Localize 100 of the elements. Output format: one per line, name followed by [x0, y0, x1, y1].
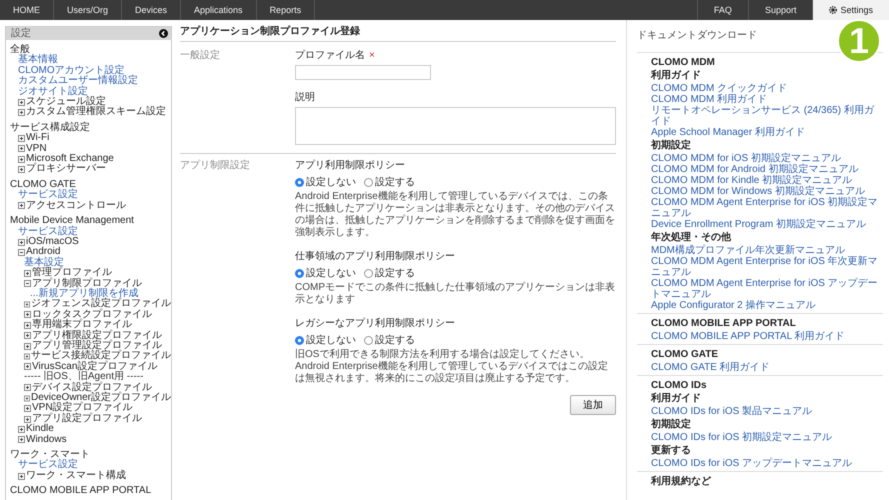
plus-box-icon[interactable]: [24, 363, 31, 370]
sidebar-item[interactable]: VPN設定プロファイル: [32, 403, 133, 414]
docs-section-title: CLOMO MDM: [651, 57, 716, 68]
document-link[interactable]: CLOMO MOBILE APP PORTAL 利用ガイド: [651, 331, 883, 342]
document-link[interactable]: CLOMO MDM Agent Enterprise for iOS アップデートマニュアル: [651, 278, 883, 300]
radio-option[interactable]: 設定する: [364, 266, 415, 280]
nav-tab[interactable]: Reports: [256, 0, 316, 20]
document-link[interactable]: CLOMO MDM for Windows 初期設定マニュアル: [651, 186, 883, 197]
gear-icon: [829, 6, 838, 14]
sidebar-item[interactable]: VPN: [26, 144, 47, 154]
plus-box-icon[interactable]: [24, 353, 30, 360]
plus-box-icon[interactable]: [18, 166, 25, 174]
docs-subheading: 初期設定: [651, 419, 692, 430]
sidebar-link[interactable]: ジオサイト設定: [18, 86, 88, 98]
nav-tab[interactable]: Users/Org: [54, 0, 122, 20]
profile-name-field[interactable]: [295, 65, 431, 80]
section-label: 一般設定: [180, 50, 220, 61]
minus-box-icon[interactable]: [18, 249, 25, 256]
sidebar-link[interactable]: サービス設定: [18, 460, 78, 471]
document-link[interactable]: CLOMO IDs for iOS アップデートマニュアル: [651, 458, 883, 469]
minus-box-icon[interactable]: [24, 280, 31, 288]
plus-box-icon[interactable]: [18, 156, 25, 163]
plus-box-icon[interactable]: [24, 416, 31, 423]
document-link[interactable]: Apple School Manager 利用ガイド: [651, 127, 883, 138]
docs-subheading: 更新する: [651, 445, 692, 456]
nav-tab[interactable]: FAQ: [696, 0, 748, 20]
sidebar-item[interactable]: ジオフェンス設定プロファイル: [31, 299, 171, 310]
sidebar-item[interactable]: アクセスコントロール: [26, 200, 126, 212]
document-link[interactable]: リモートオペレーションサービス (24/365) 利用ガイド: [651, 105, 883, 127]
sidebar-item[interactable]: Kindle: [26, 424, 54, 435]
radio-option[interactable]: 設定しない: [295, 333, 356, 347]
field-label: 説明: [295, 92, 315, 103]
plus-box-icon[interactable]: [18, 426, 25, 433]
sidebar-link[interactable]: 基本情報: [18, 55, 58, 66]
sidebar-item[interactable]: アプリ制限プロファイル: [32, 278, 142, 289]
sidebar-item[interactable]: アプリ設定プロファイル: [32, 414, 142, 424]
nav-tab[interactable]: Devices: [122, 0, 182, 20]
plus-box-icon[interactable]: [24, 322, 31, 329]
radio-option[interactable]: 設定しない: [295, 175, 356, 189]
plus-box-icon[interactable]: [24, 384, 31, 392]
sidebar-item[interactable]: iOS/macOS: [26, 236, 79, 248]
plus-box-icon[interactable]: [18, 109, 25, 116]
sidebar-item[interactable]: スケジュール設定: [26, 97, 106, 108]
sidebar-item[interactable]: デバイス設定プロファイル: [32, 382, 152, 393]
plus-box-icon[interactable]: [18, 134, 25, 142]
plus-box-icon[interactable]: [24, 311, 31, 318]
plus-box-icon[interactable]: [24, 332, 31, 340]
nav-tab[interactable]: Settings: [812, 0, 889, 20]
field-label: レガシーなアプリ利用制限ポリシー: [295, 318, 455, 329]
document-link[interactable]: CLOMO MDM クイックガイド: [651, 83, 883, 94]
nav-tab[interactable]: Applications: [181, 0, 257, 20]
plus-box-icon[interactable]: [18, 145, 25, 152]
plus-box-icon[interactable]: [18, 98, 25, 106]
plus-box-icon[interactable]: [24, 301, 30, 308]
document-link[interactable]: CLOMO MDM for iOS 初期設定マニュアル: [651, 153, 883, 164]
plus-box-icon[interactable]: [18, 436, 25, 444]
sidebar-item[interactable]: 管理プロファイル: [32, 268, 112, 279]
sidebar-item[interactable]: ワーク・スマート構成: [26, 470, 126, 482]
sidebar-item[interactable]: Wi-Fi: [26, 133, 50, 144]
sidebar-item[interactable]: Android: [26, 247, 60, 258]
document-link[interactable]: Device Enrollment Program 初期設定マニュアル: [651, 219, 883, 230]
sidebar-item[interactable]: カスタム管理権限スキーム設定: [26, 107, 166, 118]
plus-box-icon[interactable]: [24, 405, 31, 412]
plus-box-icon[interactable]: [18, 202, 25, 210]
document-link[interactable]: CLOMO MDM for Android 初期設定マニュアル: [651, 164, 883, 175]
sidebar-link[interactable]: サービス設定: [18, 226, 78, 237]
required-mark: ×: [369, 50, 375, 61]
sidebar-link[interactable]: カスタムユーザー情報設定: [18, 76, 138, 87]
document-link[interactable]: CLOMO MDM Agent Enterprise for iOS 初期設定マニュアル: [651, 197, 883, 219]
document-link[interactable]: Apple Configurator 2 操作マニュアル: [651, 300, 883, 311]
sidebar-item[interactable]: サービス接続設定プロファイル: [31, 351, 171, 362]
step-number-badge: 1: [837, 19, 881, 63]
document-link[interactable]: CLOMO MDM Agent Enterprise for iOS 年次更新マニュアル: [651, 256, 883, 278]
sidebar-item[interactable]: Windows: [26, 434, 67, 446]
sidebar-item[interactable]: プロキシサーバー: [26, 164, 106, 175]
plus-box-icon[interactable]: [24, 342, 31, 350]
sidebar-group-title: CLOMO MOBILE APP PORTAL: [10, 486, 152, 497]
sidebar-link[interactable]: サービス設定: [18, 190, 78, 201]
document-link[interactable]: CLOMO IDs for iOS 製品マニュアル: [651, 406, 883, 417]
field-label: 仕事領域のアプリ利用制限ポリシー: [295, 251, 455, 262]
document-link[interactable]: MDM構成プロファイル年次更新マニュアル: [651, 245, 883, 256]
collapse-icon[interactable]: [159, 29, 168, 38]
document-link[interactable]: CLOMO GATE 利用ガイド: [651, 362, 883, 373]
plus-box-icon[interactable]: [18, 238, 25, 246]
sidebar-item[interactable]: 専用端末プロファイル: [32, 320, 132, 331]
policy-note: COMPモードでこの条件に抵触した仕事領域のアプリケーションは非表示となります: [295, 282, 616, 306]
policy-note: 旧OSで利用できる制限方法を利用する場合は設定してください。Android Enterprise機能を利用して管理しているデバイスではこの設定は無視されます。将来的にこの設定項目は廃止する予定です。: [295, 349, 609, 385]
document-link[interactable]: CLOMO MDM for Kindle 初期設定マニュアル: [651, 175, 883, 186]
plus-box-icon[interactable]: [24, 270, 31, 277]
sidebar-item[interactable]: アプリ権限設定プロファイル: [32, 330, 162, 341]
plus-box-icon[interactable]: [24, 394, 30, 402]
radio-option[interactable]: 設定する: [364, 333, 415, 347]
radio-option[interactable]: 設定しない: [295, 266, 356, 280]
description-field[interactable]: [295, 107, 616, 145]
add-button[interactable]: 追加: [570, 395, 616, 415]
radio-option[interactable]: 設定する: [364, 175, 415, 189]
document-link[interactable]: CLOMO IDs for iOS 初期設定マニュアル: [651, 432, 883, 443]
nav-tab[interactable]: HOME: [0, 0, 54, 20]
plus-box-icon[interactable]: [18, 472, 25, 480]
document-link[interactable]: CLOMO MDM 利用ガイド: [651, 94, 883, 105]
